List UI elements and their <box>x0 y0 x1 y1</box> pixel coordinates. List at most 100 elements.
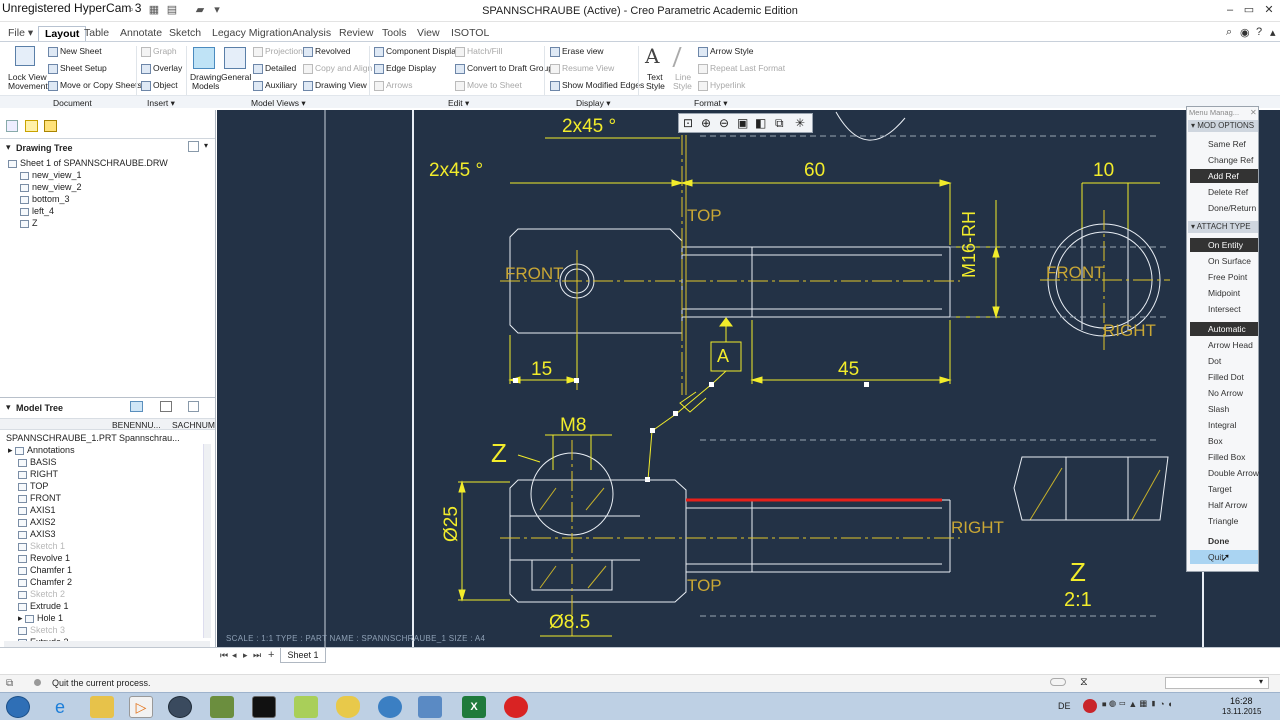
detail-label-z[interactable]: Z <box>1070 557 1086 588</box>
tab-sketch[interactable]: Sketch <box>163 26 207 42</box>
drawing-models-label2[interactable]: Models <box>192 81 219 91</box>
model-tree-item[interactable]: Chamfer 1 <box>18 565 72 575</box>
attach-type-item[interactable]: On Entity <box>1190 238 1258 252</box>
progress-toggle-icon[interactable] <box>1050 678 1066 686</box>
movement-label[interactable]: Movement <box>8 81 48 91</box>
excel-icon[interactable]: X <box>462 696 486 718</box>
tree-item-view[interactable]: bottom_3 <box>20 194 70 204</box>
auxiliary-button[interactable]: Auxiliary <box>253 80 297 91</box>
notes-icon[interactable] <box>294 696 318 718</box>
model-views-group-label[interactable]: Model Views ▾ <box>251 98 306 108</box>
filter-dropdown[interactable] <box>1165 677 1269 689</box>
model-tree-root[interactable]: SPANNSCHRAUBE_1.PRT Spannschrau... <box>6 433 180 443</box>
model-tree-item[interactable]: AXIS1 <box>18 505 56 515</box>
resume-view-button[interactable]: Resume View <box>550 63 614 74</box>
expand-icon[interactable]: ▸ <box>8 445 15 455</box>
model-tree-item[interactable]: FRONT <box>18 493 61 503</box>
datum-label-a[interactable]: A <box>717 346 729 367</box>
dim-dia8-5[interactable]: Ø8.5 <box>549 612 590 634</box>
zoom-out-icon[interactable]: ⊖ <box>719 116 729 130</box>
refit-icon[interactable]: ⊡ <box>683 116 693 130</box>
dim-m8[interactable]: M8 <box>560 415 586 437</box>
show-icon[interactable] <box>130 401 143 412</box>
explorer-icon[interactable] <box>90 696 114 718</box>
drawing-view-button[interactable]: Drawing View <box>303 80 367 91</box>
arrow-style-item[interactable]: Slash <box>1190 402 1258 416</box>
filter-dropdown-icon[interactable]: ▾ <box>1259 677 1263 686</box>
mod-option-item[interactable]: Add Ref <box>1190 169 1258 183</box>
arrow-style-item[interactable]: Dot <box>1190 354 1258 368</box>
last-sheet-icon[interactable]: ⏭ <box>253 650 261 661</box>
detail-scale[interactable]: 2:1 <box>1064 589 1092 612</box>
tab-tools[interactable]: Tools <box>376 26 413 42</box>
dim-60[interactable]: 60 <box>804 160 825 182</box>
model-tree-item[interactable]: AXIS3 <box>18 529 56 539</box>
model-tree-item[interactable]: ▸ Annotations <box>8 445 75 456</box>
model-tree-item[interactable]: Sketch 3 <box>18 625 65 635</box>
projection-button[interactable]: Projection <box>253 46 303 57</box>
arrow-style-button[interactable]: Arrow Style <box>698 46 753 57</box>
prev-sheet-icon[interactable]: ◂ <box>232 650 237 661</box>
erase-view-button[interactable]: Erase view <box>550 46 604 57</box>
mod-option-item[interactable]: Change Ref <box>1190 153 1258 167</box>
model-tree-item[interactable]: AXIS2 <box>18 517 56 527</box>
repaint-icon[interactable]: ▣ <box>737 116 748 130</box>
tree-settings-dropdown-icon[interactable]: ▾ <box>204 141 208 150</box>
component-display-button[interactable]: Component Display <box>374 46 460 57</box>
drawing-canvas[interactable]: 2x45 ° 2x45 ° 60 10 15 45 M16-RH M8 Ø25 … <box>217 110 1280 647</box>
add-sheet-icon[interactable]: + <box>268 649 274 661</box>
attach-type-item[interactable]: Intersect <box>1190 302 1258 316</box>
smart-filter-icon[interactable]: ⧖ <box>1080 676 1088 689</box>
attach-type-header[interactable]: ▾ ATTACH TYPE <box>1188 221 1258 233</box>
hyperlink-button[interactable]: Hyperlink <box>698 80 745 91</box>
edit-group-label[interactable]: Edit ▾ <box>448 98 469 108</box>
console-icon[interactable] <box>252 696 276 718</box>
model-tree-scrollbar[interactable] <box>203 444 211 638</box>
expand-icon[interactable]: ▸ <box>18 613 25 623</box>
clock-time[interactable]: 16:28 <box>1230 696 1253 706</box>
creo-icon[interactable] <box>168 696 192 718</box>
search-icon[interactable]: ⌕ <box>1226 26 1232 39</box>
dim-45[interactable]: 45 <box>838 359 859 381</box>
panel-splitter[interactable] <box>0 397 215 398</box>
remote-desktop-icon[interactable] <box>418 696 442 718</box>
clock-date[interactable]: 13.11.2015 <box>1222 707 1261 716</box>
layers-icon[interactable] <box>6 120 18 132</box>
language-indicator[interactable]: DE <box>1058 701 1071 711</box>
app-icon[interactable] <box>210 696 234 718</box>
done-button[interactable]: Done <box>1190 534 1258 548</box>
insert-group-label[interactable]: Insert ▾ <box>147 98 175 108</box>
tab-analysis[interactable]: Analysis <box>286 26 337 42</box>
tab-review[interactable]: Review <box>333 26 379 42</box>
line-style-label2[interactable]: Style <box>673 81 692 91</box>
attach-type-item[interactable]: On Surface <box>1190 254 1258 268</box>
start-button[interactable] <box>6 696 30 718</box>
sheet-setup-button[interactable]: Sheet Setup <box>48 63 107 74</box>
minimize-ribbon-icon[interactable]: ▴ <box>1270 26 1276 39</box>
model-tree-item[interactable]: ▸ Hole 1 <box>18 613 63 624</box>
col-header-benennung[interactable]: BENENNU... <box>112 420 161 430</box>
mod-option-item[interactable]: Done/Return <box>1190 201 1258 215</box>
model-tree-item[interactable]: BASIS <box>18 457 57 467</box>
hypercam-tray-icon[interactable] <box>1083 699 1097 713</box>
menu-manager-close-icon[interactable]: ✕ <box>1250 108 1257 117</box>
record-icon[interactable] <box>504 696 528 718</box>
dim-chamfer-left[interactable]: 2x45 ° <box>429 160 483 182</box>
text-style-label2[interactable]: Style <box>646 81 665 91</box>
arrow-style-item[interactable]: No Arrow <box>1190 386 1258 400</box>
hatch-fill-button[interactable]: Hatch/Fill <box>455 46 502 57</box>
next-sheet-icon[interactable]: ▸ <box>243 650 248 661</box>
tab-annotate[interactable]: Annotate <box>114 26 168 42</box>
mod-options-header[interactable]: ▾ MOD OPTIONS <box>1188 120 1258 132</box>
tab-file[interactable]: File ▾ <box>2 26 39 42</box>
tab-view[interactable]: View <box>411 26 446 42</box>
dim-chamfer-top[interactable]: 2x45 ° <box>562 116 616 138</box>
arrow-style-item[interactable]: Filled Box <box>1190 450 1258 464</box>
model-tree-item[interactable]: TOP <box>18 481 48 491</box>
dim-dia25[interactable]: Ø25 <box>441 506 463 542</box>
arrow-style-item[interactable]: Filled Dot <box>1190 370 1258 384</box>
dim-thread[interactable]: M16-RH <box>959 211 980 278</box>
arrow-style-item[interactable]: Target <box>1190 482 1258 496</box>
revolved-button[interactable]: Revolved <box>303 46 350 57</box>
general-view-label[interactable]: General <box>221 72 251 82</box>
